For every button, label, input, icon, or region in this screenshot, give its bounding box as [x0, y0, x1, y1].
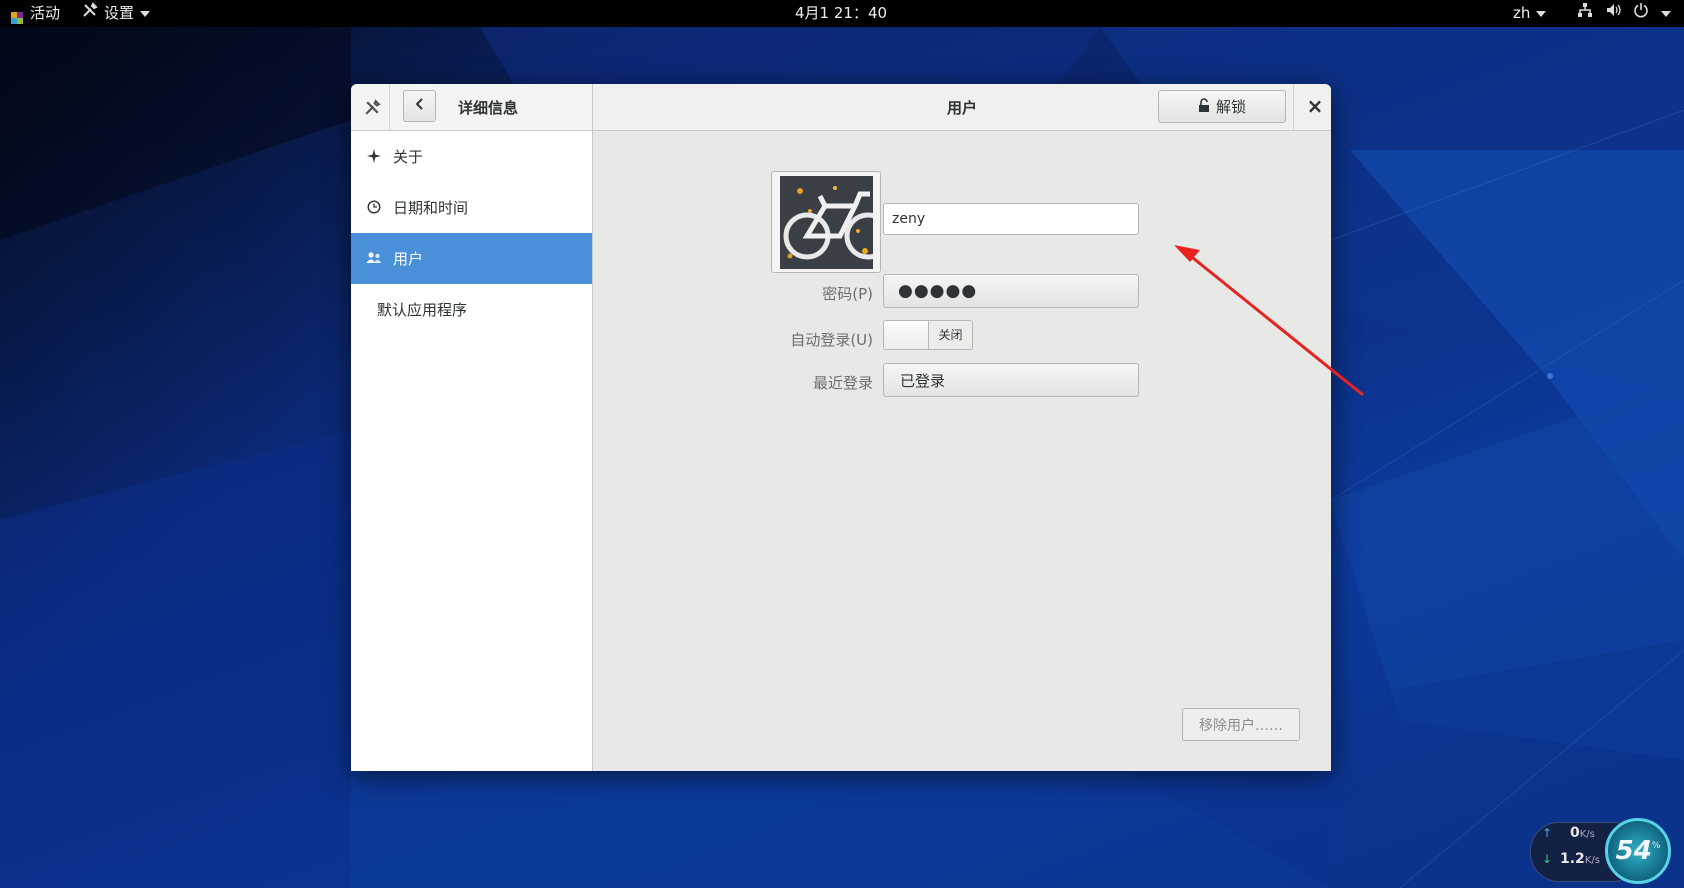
avatar: [779, 175, 873, 269]
download-speed: 1.2K/s: [1560, 851, 1600, 867]
last-login-label: 最近登录: [812, 374, 873, 392]
close-button[interactable]: ×: [1304, 95, 1326, 117]
sidebar-item-label: 用户: [393, 250, 424, 268]
autologin-label: 自动登录(U): [790, 331, 873, 349]
volume-icon: [1605, 0, 1621, 27]
system-status-menu[interactable]: [1577, 0, 1671, 27]
headerbar-separator: [1293, 84, 1294, 130]
app-menu-button[interactable]: 设置: [82, 0, 151, 27]
password-label: 密码(P): [822, 285, 873, 303]
language-menu[interactable]: zh: [1513, 0, 1547, 27]
user-avatar-button[interactable]: [771, 171, 881, 273]
sidebar-title: 详细信息: [458, 99, 519, 117]
sidebar-item-label: 日期和时间: [393, 199, 469, 217]
unlock-button[interactable]: 解锁: [1158, 90, 1286, 123]
network-icon: [1577, 0, 1593, 27]
download-arrow-icon: ↓: [1542, 852, 1553, 866]
sidebar-item-label: 默认应用程序: [377, 301, 468, 319]
sidebar-item-label: 关于: [393, 148, 424, 166]
last-login-button[interactable]: 已登录: [883, 363, 1139, 397]
network-speed-widget[interactable]: ↑ 0K/s ↓ 1.2K/s 54 %: [1530, 818, 1684, 888]
usage-percent: 54: [1615, 836, 1652, 866]
usage-percent-unit: %: [1651, 841, 1661, 851]
usage-gauge: 54 %: [1605, 818, 1671, 884]
back-button[interactable]: [403, 90, 436, 122]
last-login-value: 已登录: [900, 371, 946, 390]
chevron-down-icon: [1661, 10, 1671, 17]
distro-logo-icon: [10, 7, 24, 24]
upload-speed: 0K/s: [1570, 825, 1595, 841]
activities-label: 活动: [30, 4, 61, 22]
remove-user-label: 移除用户……: [1199, 717, 1283, 734]
password-value: ●●●●●: [898, 281, 978, 301]
sparkle-icon: [366, 148, 382, 164]
clock-icon: [366, 199, 382, 215]
password-button[interactable]: ●●●●●: [883, 274, 1139, 308]
upload-arrow-icon: ↑: [1542, 826, 1553, 840]
remove-user-button[interactable]: 移除用户……: [1182, 708, 1300, 741]
sidebar-item-about[interactable]: 关于: [351, 131, 592, 182]
chevron-down-icon: [140, 10, 151, 17]
sidebar-item-users[interactable]: 用户: [351, 233, 592, 284]
users-icon: [366, 250, 382, 266]
username-field[interactable]: [883, 203, 1139, 235]
app-menu-label: 设置: [104, 4, 135, 22]
sidebar-headerbar: 详细信息: [351, 84, 593, 131]
switch-slider: [884, 321, 929, 349]
sidebar-item-datetime[interactable]: 日期和时间: [351, 182, 592, 233]
clock[interactable]: 4月1 21：40: [795, 0, 887, 27]
chevron-left-icon: [414, 97, 426, 115]
language-label: zh: [1513, 4, 1531, 22]
settings-tools-icon: [82, 0, 98, 27]
close-icon: ×: [1306, 94, 1324, 118]
power-icon: [1633, 0, 1649, 27]
settings-window: 详细信息 用户 解锁 × 关于 日期和时间 用户 默认应用程序 zeny 密码(…: [351, 84, 1331, 771]
activities-button[interactable]: 活动: [10, 0, 60, 27]
settings-tools-icon: [364, 99, 381, 120]
switch-state-label: 关闭: [938, 328, 963, 342]
settings-sidebar: 关于 日期和时间 用户 默认应用程序: [351, 131, 593, 771]
users-panel: 密码(P) ●●●●● 自动登录(U) 关闭 最近登录 已登录 移除用户……: [593, 131, 1331, 771]
sidebar-item-default-apps[interactable]: 默认应用程序: [351, 284, 592, 335]
chevron-down-icon: [1536, 10, 1547, 17]
autologin-switch[interactable]: 关闭: [883, 320, 973, 350]
headerbar-separator: [389, 84, 390, 130]
lock-icon: [1198, 97, 1210, 116]
content-headerbar: 用户 解锁 ×: [593, 84, 1331, 131]
top-bar: 活动 设置 4月1 21：40 zh: [0, 0, 1684, 27]
bicycle-picture-icon: [779, 175, 873, 269]
unlock-label: 解锁: [1215, 98, 1246, 116]
